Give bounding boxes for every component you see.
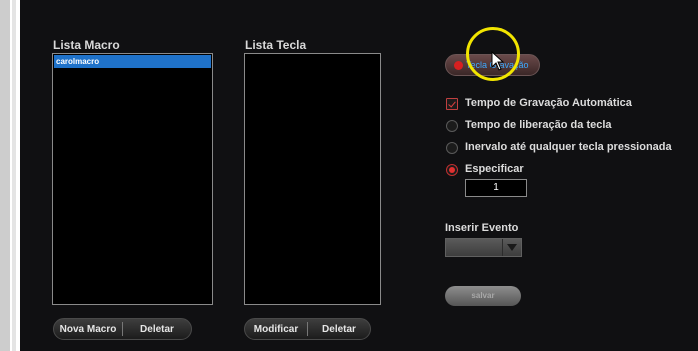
radio-selected-icon[interactable] bbox=[446, 164, 458, 176]
key-listbox[interactable] bbox=[244, 53, 381, 305]
macro-listbox[interactable]: carolmacro bbox=[52, 53, 213, 305]
key-button-group: Modificar Deletar bbox=[244, 318, 371, 340]
option-label: Inervalo até qualquer tecla pressionada bbox=[465, 141, 672, 153]
modify-key-button[interactable]: Modificar bbox=[245, 324, 307, 335]
checkbox-checked-icon[interactable] bbox=[446, 98, 458, 110]
macro-list-item-selected[interactable]: carolmacro bbox=[54, 55, 211, 68]
dropdown-arrow-icon[interactable] bbox=[502, 239, 521, 256]
delete-key-button[interactable]: Deletar bbox=[308, 324, 370, 335]
macro-list-label: Lista Macro bbox=[53, 38, 120, 52]
record-key-label: Tecla Gravação bbox=[466, 60, 529, 70]
key-list-label: Lista Tecla bbox=[245, 38, 307, 52]
record-dot-icon bbox=[454, 61, 463, 70]
new-macro-button[interactable]: Nova Macro bbox=[54, 324, 122, 335]
insert-event-dropdown[interactable] bbox=[445, 238, 522, 257]
option-label: Tempo de Gravação Automática bbox=[465, 97, 632, 109]
specify-value-input[interactable]: 1 bbox=[465, 179, 527, 197]
radio-icon[interactable] bbox=[446, 142, 458, 154]
window-left-edge bbox=[0, 0, 10, 351]
record-key-button[interactable]: Tecla Gravação bbox=[445, 54, 540, 76]
insert-event-label: Inserir Evento bbox=[445, 222, 519, 234]
macro-button-group: Nova Macro Deletar bbox=[53, 318, 192, 340]
save-button[interactable]: salvar bbox=[445, 286, 521, 306]
window-left-edge-inner bbox=[12, 0, 16, 351]
radio-icon[interactable] bbox=[446, 120, 458, 132]
option-label: Tempo de liberação da tecla bbox=[465, 119, 612, 131]
delete-macro-button[interactable]: Deletar bbox=[123, 324, 191, 335]
option-label: Especificar bbox=[465, 163, 524, 175]
